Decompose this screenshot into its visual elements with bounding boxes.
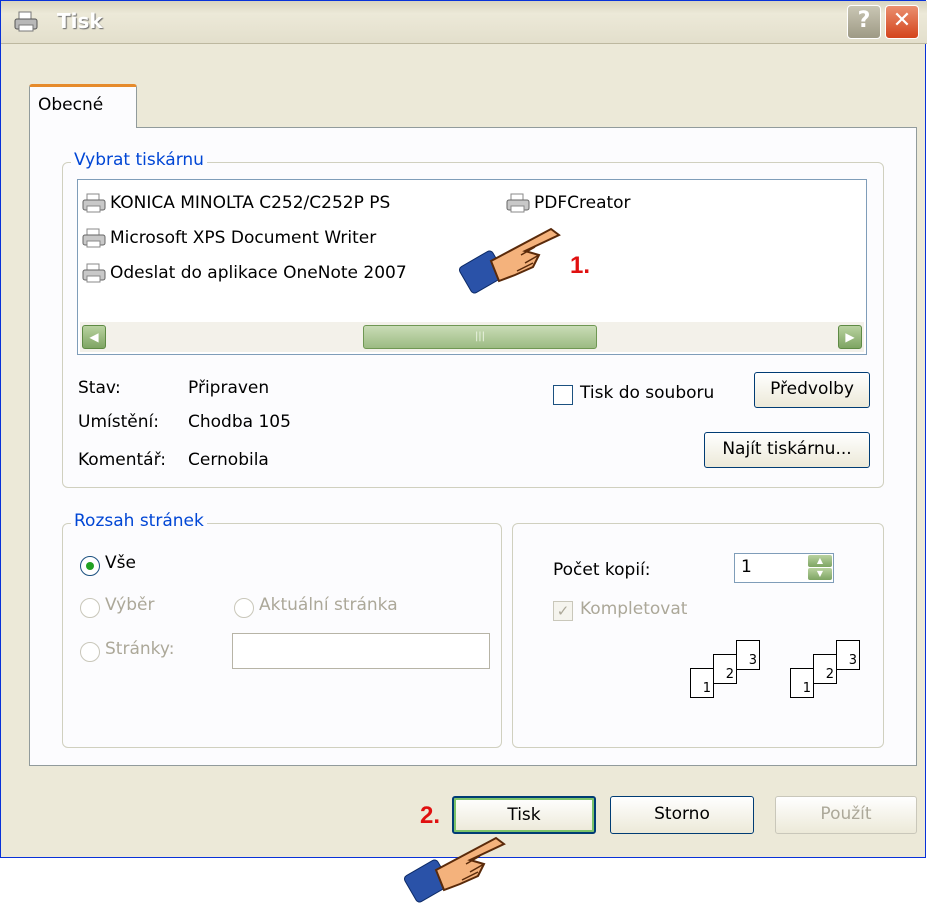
- radio-selection[interactable]: [80, 598, 100, 618]
- printer-icon: [14, 11, 38, 32]
- spin-up-icon[interactable]: ▲: [808, 555, 832, 567]
- location-label: Umístění:: [78, 412, 159, 432]
- page-range-legend: Rozsah stránek: [71, 511, 207, 531]
- printer-item-konica[interactable]: KONICA MINOLTA C252/C252P PS: [82, 192, 390, 214]
- radio-current-page-label: Aktuální stránka: [259, 595, 398, 615]
- preferences-button[interactable]: Předvolby: [754, 372, 870, 408]
- close-icon[interactable]: ✕: [885, 5, 919, 39]
- find-printer-button[interactable]: Najít tiskárnu...: [704, 432, 870, 468]
- copies-value: 1: [741, 557, 752, 577]
- page-number: 2: [825, 667, 834, 682]
- scroll-thumb[interactable]: |||: [363, 325, 597, 349]
- printer-group-legend: Vybrat tiskárnu: [71, 150, 207, 170]
- printer-icon: [82, 193, 106, 213]
- pages-input[interactable]: [232, 633, 490, 669]
- printer-icon: [82, 263, 106, 283]
- printer-icon: [82, 228, 106, 248]
- apply-button[interactable]: Použít: [775, 796, 917, 834]
- printer-item-onenote[interactable]: Odeslat do aplikace OneNote 2007: [82, 262, 407, 284]
- step-1-annotation: 1.: [570, 252, 591, 279]
- printer-item-pdfcreator[interactable]: PDFCreator: [506, 192, 631, 214]
- horizontal-scrollbar[interactable]: ◀ ||| ▶: [80, 322, 864, 352]
- scroll-left-icon[interactable]: ◀: [82, 325, 106, 349]
- tab-label: Obecné: [38, 95, 104, 115]
- cancel-button[interactable]: Storno: [610, 796, 754, 834]
- window-title: Tisk: [57, 9, 103, 33]
- page-number: 2: [725, 667, 734, 682]
- page-number: 3: [848, 653, 857, 668]
- copies-spinner[interactable]: ▲ ▼: [808, 555, 832, 581]
- radio-pages-label: Stránky:: [105, 639, 175, 659]
- collate-label: Kompletovat: [580, 599, 688, 619]
- printer-name: Odeslat do aplikace OneNote 2007: [110, 263, 407, 283]
- pointing-hand-icon: [404, 836, 506, 903]
- print-to-file-label: Tisk do souboru: [580, 383, 715, 403]
- status-label: Stav:: [78, 378, 121, 398]
- printer-icon: [506, 193, 530, 213]
- radio-selection-label: Výběr: [105, 595, 155, 615]
- page-number: 1: [702, 681, 711, 696]
- radio-selected-dot: [86, 562, 94, 570]
- comment-label: Komentář:: [78, 450, 166, 470]
- step-2-annotation: 2.: [420, 802, 441, 829]
- comment-value: Cernobila: [188, 450, 269, 470]
- printer-name: PDFCreator: [534, 193, 631, 213]
- radio-current-page[interactable]: [234, 598, 254, 618]
- spin-down-icon[interactable]: ▼: [808, 568, 832, 580]
- tab-general[interactable]: Obecné: [29, 84, 137, 128]
- scroll-right-icon[interactable]: ▶: [838, 325, 862, 349]
- help-icon[interactable]: ?: [847, 5, 881, 39]
- radio-all[interactable]: [80, 556, 100, 576]
- printer-item-xps[interactable]: Microsoft XPS Document Writer: [82, 227, 376, 249]
- radio-pages[interactable]: [80, 642, 100, 662]
- print-to-file-checkbox[interactable]: [553, 385, 573, 405]
- title-bar[interactable]: Tisk ? ✕: [1, 1, 927, 44]
- location-value: Chodba 105: [188, 412, 291, 432]
- pointing-hand-icon: [459, 227, 561, 294]
- copies-label: Počet kopií:: [553, 560, 651, 580]
- copies-input[interactable]: 1 ▲ ▼: [734, 553, 834, 583]
- status-value: Připraven: [188, 378, 270, 398]
- radio-all-label: Vše: [105, 553, 136, 573]
- page-number: 1: [802, 681, 811, 696]
- collate-checkbox[interactable]: ✓: [553, 601, 573, 621]
- printer-name: KONICA MINOLTA C252/C252P PS: [110, 193, 391, 213]
- page-number: 3: [748, 653, 757, 668]
- printer-name: Microsoft XPS Document Writer: [110, 228, 377, 248]
